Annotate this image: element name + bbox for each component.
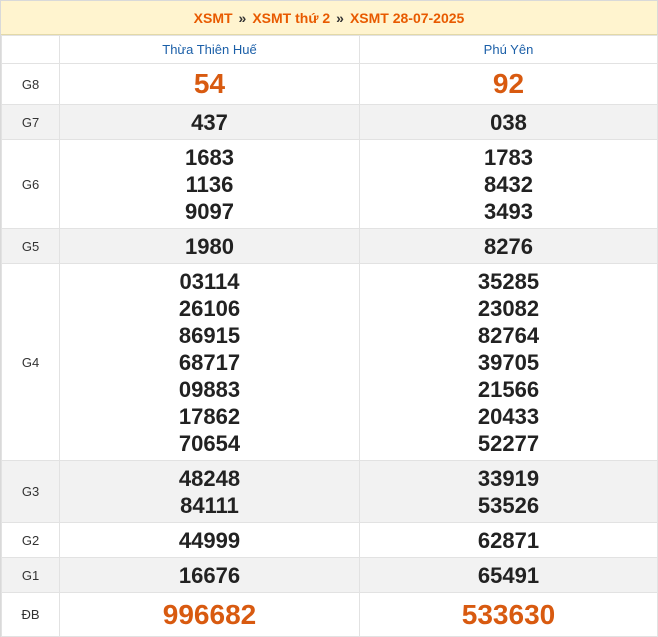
header-prize-column <box>1 35 60 64</box>
prize-row-g4: G4 03114 26106 86915 68717 09883 17862 7… <box>1 263 658 461</box>
prize-cell-province-2: 35285 23082 82764 39705 21566 20433 5227… <box>359 263 658 461</box>
prize-number: 23082 <box>477 295 540 321</box>
prize-cell-province-2: 8276 <box>359 228 658 264</box>
breadcrumb-separator: » <box>238 9 247 26</box>
prize-label: G2 <box>1 522 60 558</box>
prize-number: 1683 <box>185 144 234 170</box>
prize-row-g2: G2 44999 62871 <box>1 522 658 558</box>
prize-cell-province-2: 62871 <box>359 522 658 558</box>
prize-label: G1 <box>1 557 60 593</box>
prize-cell-province-1: 03114 26106 86915 68717 09883 17862 7065… <box>59 263 360 461</box>
prize-cell-province-2: 33919 53526 <box>359 460 658 523</box>
prize-number: 33919 <box>477 465 540 491</box>
prize-number: 44999 <box>178 527 241 553</box>
prize-label: ĐB <box>1 592 60 637</box>
prize-cell-province-1: 44999 <box>59 522 360 558</box>
prize-row-special: ĐB 996682 533630 <box>1 592 658 637</box>
prize-cell-province-2: 533630 <box>359 592 658 637</box>
prize-number: 17862 <box>178 403 241 429</box>
special-prize-number: 533630 <box>461 598 556 630</box>
prize-number: 1980 <box>185 233 234 259</box>
prize-row-g5: G5 1980 8276 <box>1 228 658 264</box>
prize-cell-province-2: 038 <box>359 104 658 140</box>
prize-row-g7: G7 437 038 <box>1 104 658 140</box>
province-header-phu-yen[interactable]: Phú Yên <box>359 35 658 64</box>
results-table: Thừa Thiên Huế Phú Yên G8 54 92 G7 437 0… <box>1 35 658 637</box>
prize-number: 038 <box>490 109 527 135</box>
prize-cell-province-1: 16676 <box>59 557 360 593</box>
prize-number: 1136 <box>185 171 234 197</box>
prize-row-g3: G3 48248 84111 33919 53526 <box>1 460 658 523</box>
breadcrumb-separator: » <box>336 9 344 26</box>
prize-number: 09883 <box>178 376 241 402</box>
prize-number: 437 <box>191 109 228 135</box>
prize-number: 86915 <box>178 322 241 348</box>
prize-label: G3 <box>1 460 60 523</box>
prize-number: 68717 <box>178 349 241 375</box>
prize-cell-province-1: 48248 84111 <box>59 460 360 523</box>
prize-number: 65491 <box>477 562 540 588</box>
prize-number: 39705 <box>477 349 540 375</box>
prize-number: 48248 <box>178 465 241 491</box>
prize-cell-province-1: 54 <box>59 63 360 105</box>
prize-number: 8276 <box>484 233 533 259</box>
results-container: XSMT » XSMT thứ 2 » XSMT 28-07-2025 Thừa… <box>0 0 658 637</box>
prize-number: 16676 <box>178 562 241 588</box>
prize-number: 82764 <box>477 322 540 348</box>
prize-cell-province-1: 1683 1136 9097 <box>59 139 360 229</box>
breadcrumb-link-xsmt[interactable]: XSMT <box>194 10 233 26</box>
prize-number: 26106 <box>178 295 241 321</box>
prize-cell-province-1: 996682 <box>59 592 360 637</box>
prize-label: G8 <box>1 63 60 105</box>
prize-cell-province-2: 1783 8432 3493 <box>359 139 658 229</box>
prize-number: 03114 <box>179 268 240 294</box>
prize-row-g6: G6 1683 1136 9097 1783 8432 3493 <box>1 139 658 229</box>
prize-label: G5 <box>1 228 60 264</box>
prize-number: 52277 <box>477 430 540 456</box>
prize-number: 21566 <box>477 376 540 402</box>
prize-number: 54 <box>193 68 226 99</box>
province-header-thua-thien-hue[interactable]: Thừa Thiên Huế <box>59 35 360 64</box>
prize-number: 84111 <box>180 492 239 518</box>
prize-label: G7 <box>1 104 60 140</box>
breadcrumb: XSMT » XSMT thứ 2 » XSMT 28-07-2025 <box>1 1 657 35</box>
special-prize-number: 996682 <box>162 598 257 630</box>
prize-cell-province-1: 437 <box>59 104 360 140</box>
prize-number: 1783 <box>484 144 533 170</box>
prize-number: 70654 <box>178 430 241 456</box>
prize-row-g8: G8 54 92 <box>1 63 658 105</box>
prize-row-g1: G1 16676 65491 <box>1 557 658 593</box>
prize-label: G6 <box>1 139 60 229</box>
breadcrumb-link-xsmt-date[interactable]: XSMT 28-07-2025 <box>350 10 464 26</box>
prize-number: 53526 <box>477 492 540 518</box>
header-row: Thừa Thiên Huế Phú Yên <box>1 35 658 64</box>
prize-number: 62871 <box>477 527 540 553</box>
prize-number: 9097 <box>185 198 234 224</box>
prize-label: G4 <box>1 263 60 461</box>
prize-cell-province-2: 65491 <box>359 557 658 593</box>
prize-number: 3493 <box>484 198 533 224</box>
prize-cell-province-2: 92 <box>359 63 658 105</box>
breadcrumb-link-xsmt-thu-2[interactable]: XSMT thứ 2 <box>252 10 330 26</box>
prize-number: 8432 <box>484 171 533 197</box>
prize-cell-province-1: 1980 <box>59 228 360 264</box>
prize-number: 92 <box>492 68 525 99</box>
prize-number: 20433 <box>477 403 540 429</box>
prize-number: 35285 <box>477 268 540 294</box>
